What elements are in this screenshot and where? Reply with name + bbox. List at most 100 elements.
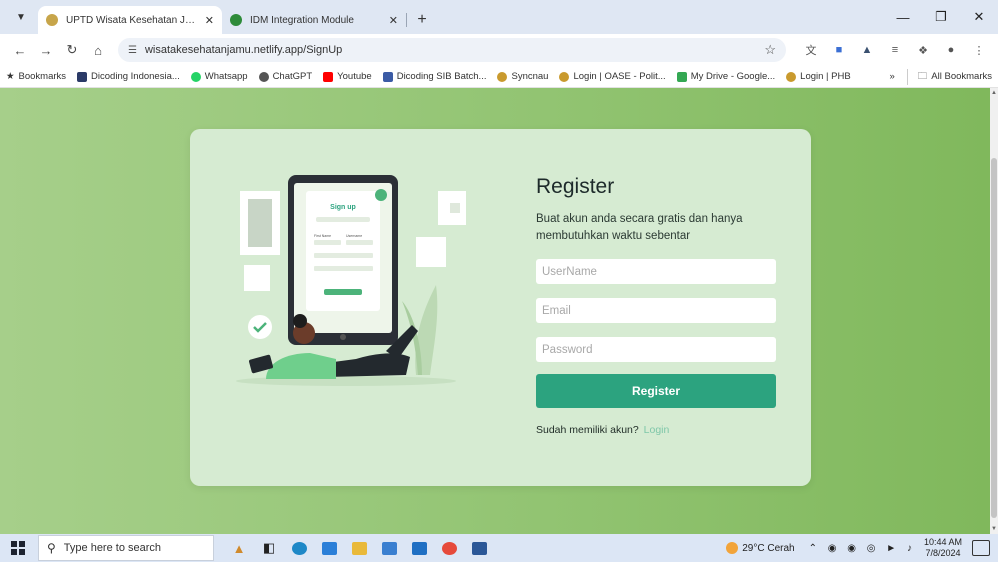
bookmark-label: Dicoding SIB Batch... bbox=[396, 71, 487, 82]
taskbar-search[interactable]: ⚲ Type here to search bbox=[38, 535, 214, 561]
vscode-icon[interactable] bbox=[314, 534, 344, 562]
address-bar: ← → ↻ ⌂ ☰ wisatakesehatanjamu.netlify.ap… bbox=[0, 34, 998, 66]
bookmark-item[interactable]: Dicoding SIB Batch... bbox=[382, 71, 487, 82]
close-icon[interactable]: ✕ bbox=[389, 14, 398, 27]
tab-divider bbox=[406, 13, 407, 27]
checkmark-icon bbox=[248, 315, 272, 339]
phone-field bbox=[314, 240, 341, 245]
bookmark-item[interactable]: Youtube bbox=[323, 71, 372, 82]
translate-icon[interactable]: 文 bbox=[800, 39, 822, 61]
chrome-icon[interactable] bbox=[434, 534, 464, 562]
email-input[interactable] bbox=[536, 298, 776, 323]
frame-decoration bbox=[450, 203, 460, 213]
extension-icon[interactable]: ■ bbox=[828, 39, 850, 61]
media-icon[interactable]: ≡ bbox=[884, 39, 906, 61]
word-icon[interactable] bbox=[464, 534, 494, 562]
bookmark-icon bbox=[497, 71, 508, 82]
start-button[interactable] bbox=[4, 534, 32, 562]
page-scrollbar[interactable]: ▲ ▼ bbox=[990, 88, 998, 534]
forward-button[interactable]: → bbox=[34, 38, 58, 62]
bookmark-label: Login | OASE - Polit... bbox=[573, 71, 666, 82]
frame-decoration bbox=[416, 237, 446, 267]
more-menu-icon[interactable]: ⋮ bbox=[968, 39, 990, 61]
bookmark-item[interactable]: My Drive - Google... bbox=[676, 71, 776, 82]
back-button[interactable]: ← bbox=[8, 38, 32, 62]
task-view-icon[interactable]: ◧ bbox=[254, 534, 284, 562]
bookmark-item[interactable]: Whatsapp bbox=[190, 71, 248, 82]
url-field[interactable]: ☰ wisatakesehatanjamu.netlify.app/SignUp… bbox=[118, 38, 786, 62]
scroll-up-icon[interactable]: ▲ bbox=[990, 90, 998, 96]
page-background: Sign up First Name Username Register Bua… bbox=[0, 88, 990, 534]
bookmark-item[interactable]: Login | OASE - Polit... bbox=[559, 71, 666, 82]
bookmark-icon bbox=[786, 71, 797, 82]
bookmark-label: Login | PHB bbox=[800, 71, 851, 82]
minimize-button[interactable]: — bbox=[884, 0, 922, 34]
close-icon[interactable]: ✕ bbox=[205, 14, 214, 27]
extension-icon[interactable]: ▲ bbox=[856, 39, 878, 61]
new-tab-button[interactable]: + bbox=[411, 9, 433, 31]
maximize-button[interactable]: ❐ bbox=[922, 0, 960, 34]
file-explorer-icon[interactable] bbox=[344, 534, 374, 562]
scrollbar-thumb[interactable] bbox=[991, 158, 997, 518]
notification-icon[interactable] bbox=[972, 540, 990, 556]
bookmark-item[interactable]: Dicoding Indonesia... bbox=[77, 71, 180, 82]
phone-button bbox=[324, 289, 362, 295]
tray-icons[interactable]: ⌃ ◉ ◉ ◎ ► ♪ bbox=[809, 543, 916, 554]
phone-field bbox=[314, 266, 373, 271]
bookmark-label: Syncnau bbox=[511, 71, 549, 82]
all-bookmarks-button[interactable]: 🗀 All Bookmarks bbox=[906, 68, 992, 85]
register-subtitle: Buat akun anda secara gratis dan hanya m… bbox=[536, 213, 743, 242]
window-controls: — ❐ ✕ bbox=[884, 0, 998, 34]
browser-tab-bar: ▼ UPTD Wisata Kesehatan Jamu ✕ IDM Integ… bbox=[0, 0, 998, 34]
bookmark-label: My Drive - Google... bbox=[690, 71, 776, 82]
person-shirt bbox=[266, 353, 336, 379]
weather-text: 29°C Cerah bbox=[742, 542, 795, 554]
news-widget-icon[interactable]: ▲ bbox=[224, 534, 254, 562]
username-input[interactable] bbox=[536, 259, 776, 284]
browser-tab-active[interactable]: UPTD Wisata Kesehatan Jamu ✕ bbox=[38, 6, 222, 34]
bookmark-icon bbox=[559, 71, 570, 82]
bookmark-item[interactable]: ★ Bookmarks bbox=[6, 71, 66, 82]
edge-icon[interactable] bbox=[284, 534, 314, 562]
browser-tab[interactable]: IDM Integration Module ✕ bbox=[222, 6, 406, 34]
windows-logo-icon bbox=[11, 541, 25, 555]
register-form: Register Buat akun anda secara gratis da… bbox=[536, 175, 776, 436]
search-icon: ⚲ bbox=[47, 541, 56, 555]
site-settings-icon[interactable]: ☰ bbox=[128, 45, 137, 56]
weather-widget[interactable]: 29°C Cerah bbox=[726, 542, 795, 554]
tab-search-button[interactable]: ▼ bbox=[8, 4, 34, 30]
taskbar-search-placeholder: Type here to search bbox=[63, 542, 162, 554]
reload-button[interactable]: ↻ bbox=[60, 38, 84, 62]
bookmark-item[interactable]: Syncnau bbox=[497, 71, 548, 82]
bookmark-icon bbox=[323, 71, 334, 82]
tab-title: UPTD Wisata Kesehatan Jamu bbox=[66, 14, 199, 26]
frame-decoration bbox=[244, 265, 270, 291]
bookmark-item[interactable]: ChatGPT bbox=[258, 71, 313, 82]
login-link[interactable]: Login bbox=[644, 424, 670, 436]
url-text: wisatakesehatanjamu.netlify.app/SignUp bbox=[144, 44, 343, 56]
password-input[interactable] bbox=[536, 337, 776, 362]
register-button[interactable]: Register bbox=[536, 374, 776, 408]
star-icon: ★ bbox=[6, 71, 15, 82]
clock[interactable]: 10:44 AM 7/8/2024 bbox=[924, 537, 962, 559]
bookmark-item[interactable]: Login | PHB bbox=[786, 71, 851, 82]
bookmark-label: ChatGPT bbox=[272, 71, 313, 82]
extensions-puzzle-icon[interactable]: ❖ bbox=[912, 39, 934, 61]
profile-icon[interactable]: ● bbox=[940, 39, 962, 61]
close-window-button[interactable]: ✕ bbox=[960, 0, 998, 34]
scroll-down-icon[interactable]: ▼ bbox=[990, 526, 998, 532]
store-icon[interactable] bbox=[374, 534, 404, 562]
login-prompt-text: Sudah memiliki akun? bbox=[536, 424, 639, 436]
tablet-home-button bbox=[340, 334, 346, 340]
phone-badge bbox=[375, 189, 387, 201]
register-card: Sign up First Name Username Register Bua… bbox=[190, 129, 811, 486]
folder-icon: 🗀 bbox=[917, 70, 928, 82]
bookmark-icon bbox=[258, 71, 269, 82]
windows-taskbar: ⚲ Type here to search ▲ ◧ 29°C Cerah ⌃ ◉… bbox=[0, 534, 998, 562]
mail-icon[interactable] bbox=[404, 534, 434, 562]
login-prompt: Sudah memiliki akun? Login bbox=[536, 424, 776, 436]
home-button[interactable]: ⌂ bbox=[86, 38, 110, 62]
bookmarks-overflow-button[interactable]: » bbox=[889, 71, 894, 82]
chevron-down-icon: ▼ bbox=[16, 11, 26, 23]
bookmark-star-icon[interactable]: ☆ bbox=[764, 42, 776, 58]
